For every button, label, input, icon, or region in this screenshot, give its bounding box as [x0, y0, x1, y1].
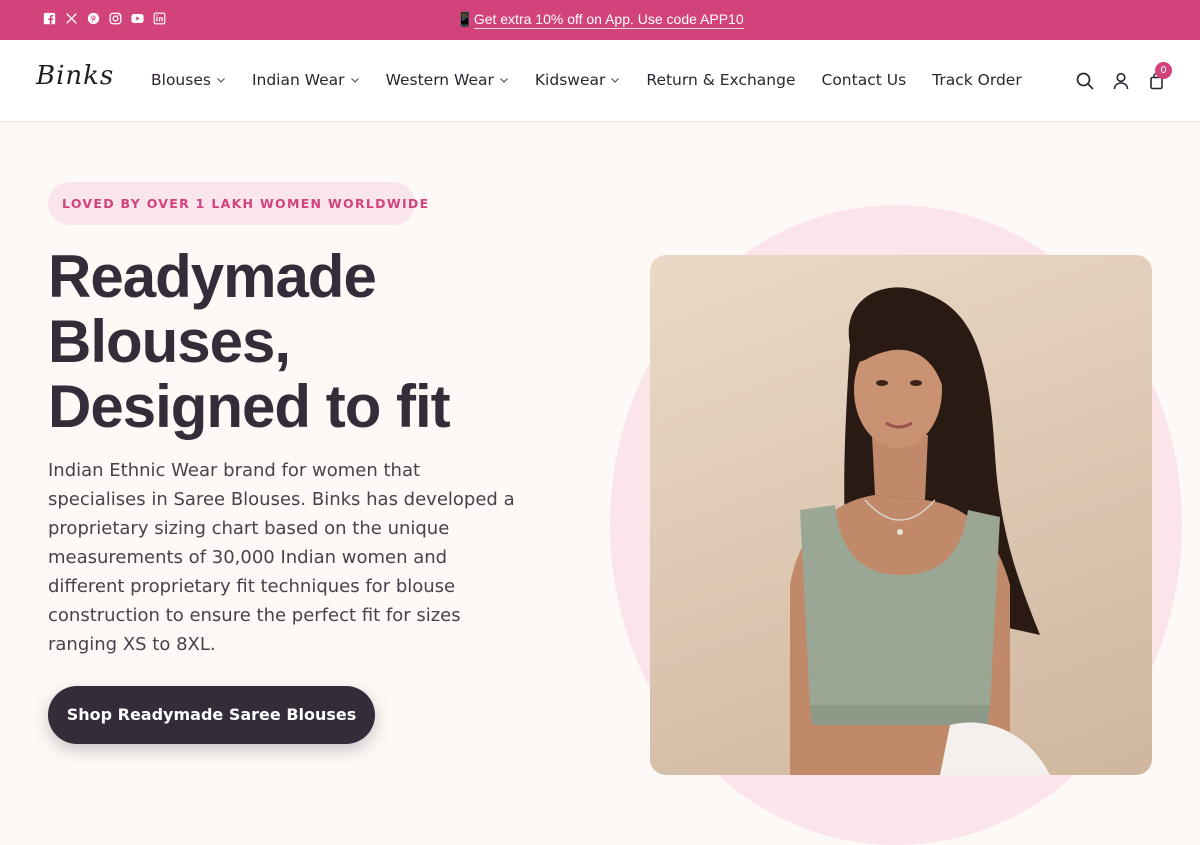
nav-item-track-order[interactable]: Track Order — [932, 71, 1022, 89]
headline-line: Blouses, — [48, 308, 291, 375]
user-icon — [1113, 72, 1129, 90]
hero-headline: Readymade Blouses, Designed to fit — [48, 244, 568, 439]
nav-item-kidswear[interactable]: Kidswear — [535, 71, 620, 89]
nav-item-blouses[interactable]: Blouses — [151, 71, 226, 89]
nav-item-label: Return & Exchange — [646, 71, 796, 89]
promo-banner: 📱Get extra 10% off on App. Use code APP1… — [0, 11, 1200, 29]
nav-item-label: Contact Us — [821, 71, 907, 89]
logo[interactable]: Binks — [36, 61, 114, 91]
nav-item-label: Indian Wear — [251, 71, 345, 89]
search-button[interactable] — [1075, 71, 1095, 91]
nav-item-label: Kidswear — [534, 71, 606, 89]
account-button[interactable] — [1111, 71, 1131, 91]
main-nav: Blouses Indian Wear Western Wear Kidswea… — [151, 71, 1048, 89]
promo-link[interactable]: Get extra 10% off on App. Use code APP10 — [473, 11, 744, 29]
nav-item-contact-us[interactable]: Contact Us — [822, 71, 907, 89]
shop-blouses-button[interactable]: Shop Readymade Saree Blouses — [48, 686, 375, 744]
hero-model-image — [650, 255, 1152, 775]
nav-item-return-exchange[interactable]: Return & Exchange — [646, 71, 795, 89]
cart-button[interactable]: 0 — [1147, 62, 1172, 91]
nav-item-western-wear[interactable]: Western Wear — [386, 71, 509, 89]
chevron-down-icon — [611, 78, 620, 83]
nav-item-label: Western Wear — [385, 71, 494, 89]
nav-item-label: Track Order — [932, 71, 1022, 89]
chevron-down-icon — [217, 78, 225, 83]
chevron-down-icon — [499, 78, 508, 83]
headline-line: Readymade — [48, 243, 377, 310]
search-icon — [1076, 72, 1094, 90]
model-illustration — [790, 287, 1050, 775]
nav-item-indian-wear[interactable]: Indian Wear — [252, 71, 360, 89]
cart-count-badge: 0 — [1155, 62, 1172, 79]
headline-line: Designed to fit — [48, 373, 451, 440]
announcement-bar: 📱Get extra 10% off on App. Use code APP1… — [0, 0, 1200, 40]
hero-description: Indian Ethnic Wear brand for women that … — [48, 460, 515, 655]
header-actions: 0 — [1075, 62, 1172, 91]
chevron-down-icon — [350, 78, 359, 83]
hero-badge: LOVED BY OVER 1 LAKH WOMEN WORLDWIDE — [48, 182, 428, 225]
nav-item-label: Blouses — [151, 71, 211, 89]
phone-emoji-icon: 📱 — [456, 11, 474, 27]
site-header: Binks Blouses Indian Wear Western Wear K… — [0, 40, 1200, 122]
